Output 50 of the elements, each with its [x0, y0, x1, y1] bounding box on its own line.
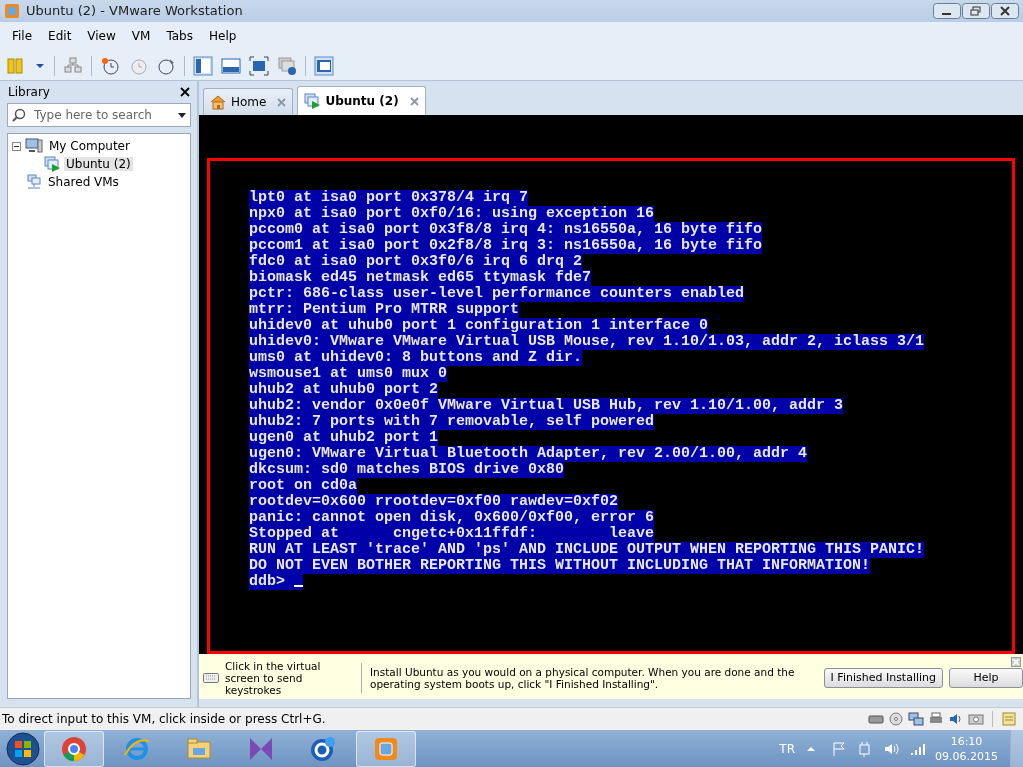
sidebar-view-icon[interactable]: [193, 55, 213, 76]
window-title: Ubuntu (2) - VMware Workstation: [26, 3, 243, 19]
snapshot-clock-icon[interactable]: [100, 55, 120, 76]
close-icon[interactable]: [180, 87, 190, 98]
camera-icon[interactable]: [968, 711, 984, 728]
text-cursor: [294, 585, 303, 588]
menu-item[interactable]: File: [4, 29, 41, 44]
hint-message: Install Ubuntu as you would on a physical computer. When you are done and the operating system boots up, click "I Finished Installing".: [369, 665, 796, 690]
windows-info-icon[interactable]: [277, 55, 297, 76]
menu-item[interactable]: View: [79, 29, 124, 44]
status-text: To direct input to this VM, click inside or press Ctrl+G.: [2, 712, 326, 727]
app-icon: [4, 2, 20, 19]
help-button[interactable]: Help: [949, 667, 1023, 688]
panel-title: Library: [8, 85, 50, 100]
keyboard-icon: [203, 672, 219, 683]
search-field[interactable]: Type here to search: [7, 103, 191, 128]
clock-time: 16:10: [950, 733, 983, 749]
hint-text: Click in the virtual screen to send keystrokes: [225, 659, 322, 696]
start-button[interactable]: [6, 731, 40, 766]
tab[interactable]: Ubuntu (2): [297, 86, 426, 116]
search-icon: [12, 108, 26, 123]
tree-item[interactable]: Shared VMs: [46, 175, 121, 190]
close-button[interactable]: [991, 2, 1019, 19]
shared-vms-icon: [26, 174, 42, 191]
running-vm-icon: [44, 156, 60, 173]
restore-button[interactable]: [962, 2, 990, 19]
tree-item[interactable]: Ubuntu (2): [64, 157, 133, 172]
minimize-button[interactable]: [933, 2, 961, 19]
tree-item[interactable]: My Computer: [47, 139, 132, 154]
computer-icon: [25, 138, 43, 155]
running-vm-icon: [304, 93, 321, 110]
menu-item[interactable]: VM: [123, 29, 159, 44]
cd-icon[interactable]: [888, 711, 904, 728]
power-plug-icon[interactable]: [857, 740, 873, 757]
clock-date: 09.06.2015: [935, 748, 998, 764]
console-view-icon[interactable]: [314, 55, 334, 76]
flag-icon[interactable]: [831, 740, 847, 757]
menu-item[interactable]: Tabs: [158, 29, 201, 44]
tab[interactable]: Home: [203, 88, 294, 116]
collapse-icon[interactable]: [12, 141, 21, 151]
menu-item[interactable]: Edit: [40, 29, 80, 44]
network-adapter-icon[interactable]: [908, 711, 924, 728]
console-prompt: ddb>: [249, 574, 303, 591]
finished-installing-button[interactable]: I Finished Installing: [823, 667, 944, 688]
menu-item[interactable]: Help: [200, 29, 245, 44]
fullscreen-icon[interactable]: [249, 55, 269, 76]
network-icon[interactable]: [63, 55, 83, 76]
dropdown-arrow-icon[interactable]: [178, 112, 186, 118]
bottom-panel-view-icon[interactable]: [221, 55, 241, 76]
home-icon: [210, 94, 226, 111]
